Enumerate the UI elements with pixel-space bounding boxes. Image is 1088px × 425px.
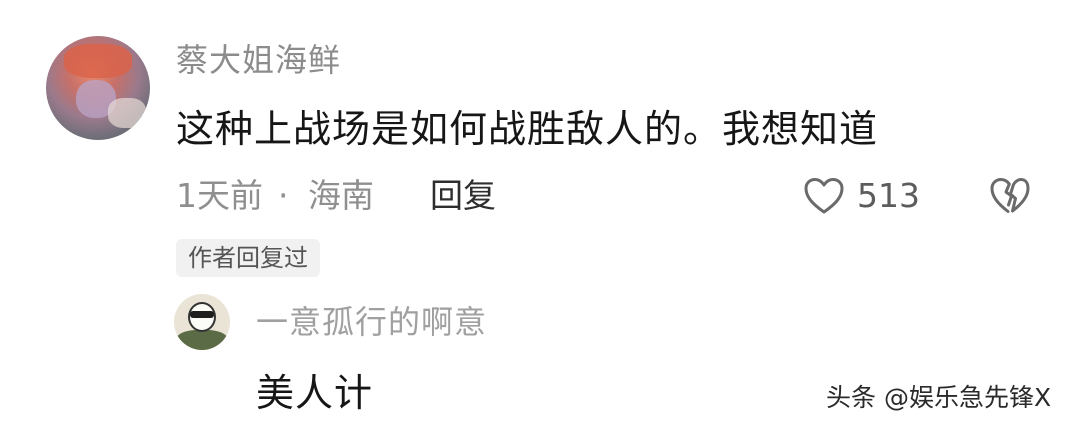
reply-username[interactable]: 一意孤行的啊意 (256, 300, 487, 344)
avatar[interactable] (46, 36, 150, 140)
avatar-shape (64, 44, 132, 78)
heart-outline-icon (804, 178, 844, 214)
reply-text: 美人计 (256, 371, 374, 415)
comment-username[interactable]: 蔡大姐海鲜 (176, 38, 341, 82)
avatar-shape (108, 98, 146, 128)
watermark: 头条 @娱乐急先锋X (826, 383, 1052, 412)
comment-text: 这种上战场是如何战胜敌人的。我想知道 (176, 107, 879, 151)
like-count: 513 (857, 176, 920, 215)
reply-avatar[interactable] (174, 294, 230, 350)
comment-region: 海南 (308, 176, 374, 215)
meta-separator: · (278, 176, 289, 215)
broken-heart-icon[interactable] (989, 176, 1031, 216)
comment-time: 1天前 (176, 176, 263, 215)
avatar-shape (190, 311, 214, 318)
avatar-shape (176, 330, 228, 350)
author-replied-badge: 作者回复过 (176, 239, 320, 277)
reply-button[interactable]: 回复 (430, 172, 496, 220)
